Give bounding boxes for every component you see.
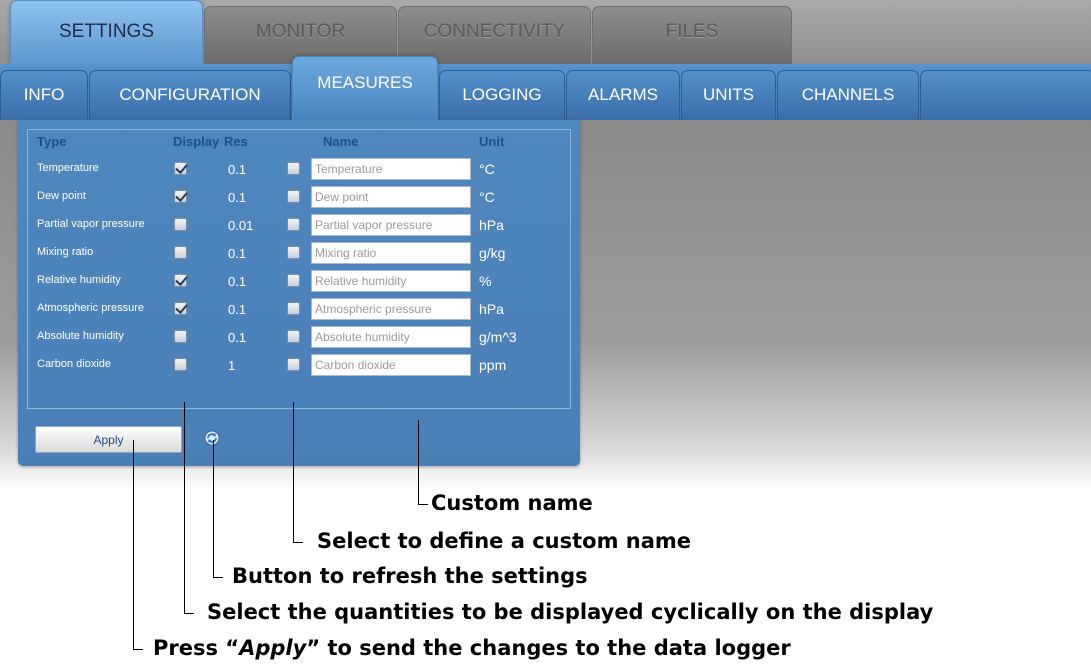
tab-info[interactable]: INFO xyxy=(0,70,88,120)
header-type: Type xyxy=(37,134,67,149)
resolution-value[interactable]: 0.01 xyxy=(228,218,253,233)
tab-files[interactable]: FILES xyxy=(592,6,792,64)
measure-type-label: Temperature xyxy=(37,162,99,174)
unit-label: °C xyxy=(479,189,495,205)
measure-type-label: Absolute humidity xyxy=(37,330,124,342)
unit-label: °C xyxy=(479,161,495,177)
custom-name-input[interactable] xyxy=(311,354,471,376)
note-apply-suffix: ” to send the changes to the data logger xyxy=(306,636,791,660)
table-row: Dew point 0.1 °C xyxy=(28,184,572,212)
table-row: Relative humidity 0.1% xyxy=(28,268,572,296)
display-checkbox[interactable] xyxy=(174,330,187,343)
callout-tick-apply xyxy=(133,649,143,650)
note-select-display: Select the quantities to be displayed cy… xyxy=(207,600,934,624)
callout-tick-display xyxy=(184,613,194,614)
unit-label: % xyxy=(479,273,492,289)
unit-label: g/kg xyxy=(479,245,506,261)
measure-type-label: Relative humidity xyxy=(37,274,121,286)
custom-name-checkbox[interactable] xyxy=(287,246,300,259)
custom-name-input[interactable] xyxy=(311,242,471,264)
header-display: Display xyxy=(173,134,220,149)
table-row: Atmospheric pressure 0.1 hPa xyxy=(28,296,572,324)
resolution-value[interactable]: 1 xyxy=(228,358,235,373)
measure-type-label: Dew point xyxy=(37,190,86,202)
unit-label: g/m^3 xyxy=(479,329,517,345)
table-row: Partial vapor pressure 0.01 hPa xyxy=(28,212,572,240)
measure-type-label: Partial vapor pressure xyxy=(37,218,145,230)
custom-name-input[interactable] xyxy=(311,298,471,320)
custom-name-input[interactable] xyxy=(311,326,471,348)
tab-configuration[interactable]: CONFIGURATION xyxy=(89,70,291,120)
custom-name-input[interactable] xyxy=(311,270,471,292)
table-row: Temperature 0.1 °C xyxy=(28,156,572,184)
resolution-value[interactable]: 0.1 xyxy=(228,274,246,289)
unit-label: hPa xyxy=(479,217,504,233)
display-checkbox[interactable] xyxy=(174,246,187,259)
unit-label: ppm xyxy=(479,357,507,373)
display-checkbox[interactable] xyxy=(174,162,187,175)
resolution-value[interactable]: 0.1 xyxy=(228,330,246,345)
display-checkbox[interactable] xyxy=(174,274,187,287)
tab-logging[interactable]: LOGGING xyxy=(439,70,565,120)
display-checkbox[interactable] xyxy=(174,302,187,315)
display-checkbox[interactable] xyxy=(174,190,187,203)
custom-name-checkbox[interactable] xyxy=(287,162,300,175)
table-row: Carbon dioxide 1 ppm xyxy=(28,352,572,380)
resolution-value[interactable]: 0.1 xyxy=(228,246,246,261)
measure-type-label: Atmospheric pressure xyxy=(37,302,144,314)
custom-name-checkbox[interactable] xyxy=(287,218,300,231)
unit-label: hPa xyxy=(479,301,504,317)
note-apply-word: Apply xyxy=(239,636,307,660)
note-apply-prefix: Press “ xyxy=(153,636,240,660)
callout-tick-refresh xyxy=(213,577,223,578)
display-checkbox[interactable] xyxy=(174,218,187,231)
custom-name-input[interactable] xyxy=(311,186,471,208)
note-refresh-button: Button to refresh the settings xyxy=(232,564,588,588)
table-row: Absolute humidity 0.1 g/m^3 xyxy=(28,324,572,352)
note-select-custom: Select to define a custom name xyxy=(317,529,692,553)
top-tab-bar: SETTINGS MONITOR CONNECTIVITY FILES xyxy=(0,0,1091,64)
table-row: Mixing ratio 0.1 g/kg xyxy=(28,240,572,268)
tab-settings[interactable]: SETTINGS xyxy=(10,0,203,64)
resolution-value[interactable]: 0.1 xyxy=(228,302,246,317)
custom-name-checkbox[interactable] xyxy=(287,330,300,343)
custom-name-input[interactable] xyxy=(311,158,471,180)
measures-panel: Type Display Res Name Unit Temperature 0.… xyxy=(18,120,580,466)
callout-line-refresh xyxy=(213,440,214,577)
header-name: Name xyxy=(323,134,359,149)
refresh-icon[interactable] xyxy=(204,430,220,446)
display-checkbox[interactable] xyxy=(174,358,187,371)
callout-tick-select-custom xyxy=(293,542,303,543)
callout-line-select-custom xyxy=(293,402,294,542)
callout-line-apply xyxy=(133,440,134,649)
resolution-value[interactable]: 0.1 xyxy=(228,190,246,205)
tab-measures[interactable]: MEASURES xyxy=(292,56,438,120)
tab-units[interactable]: UNITS xyxy=(681,70,776,120)
apply-button[interactable]: Apply xyxy=(35,426,182,453)
custom-name-checkbox[interactable] xyxy=(287,358,300,371)
note-apply: Press “Apply” to send the changes to the… xyxy=(153,636,791,660)
measure-type-label: Mixing ratio xyxy=(37,246,94,258)
callout-tick-custom-name xyxy=(418,504,428,505)
custom-name-checkbox[interactable] xyxy=(287,190,300,203)
resolution-value[interactable]: 0.1 xyxy=(228,162,246,177)
sub-tab-bar: INFO CONFIGURATION MEASURES LOGGING ALAR… xyxy=(0,56,1091,120)
tab-channels[interactable]: CHANNELS xyxy=(777,70,919,120)
note-custom-name: Custom name xyxy=(431,491,593,515)
callout-line-custom-name xyxy=(418,420,419,504)
measure-type-label: Carbon dioxide xyxy=(37,358,111,370)
custom-name-checkbox[interactable] xyxy=(287,302,300,315)
measures-table: Type Display Res Name Unit Temperature 0.… xyxy=(27,129,571,409)
tab-alarms[interactable]: ALARMS xyxy=(566,70,680,120)
header-res: Res xyxy=(224,134,248,149)
tab-empty xyxy=(920,70,1091,120)
callout-line-display xyxy=(184,402,185,613)
header-unit: Unit xyxy=(479,134,505,149)
custom-name-checkbox[interactable] xyxy=(287,274,300,287)
custom-name-input[interactable] xyxy=(311,214,471,236)
